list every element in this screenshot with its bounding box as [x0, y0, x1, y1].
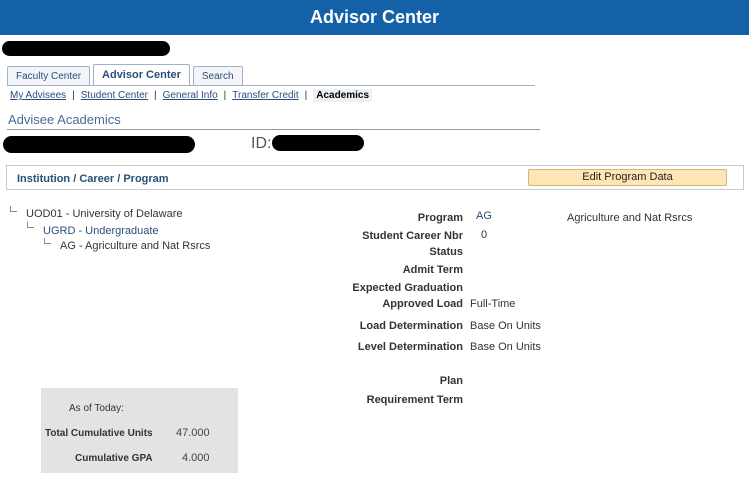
- career-nbr-label: Student Career Nbr: [362, 230, 463, 242]
- tab-search[interactable]: Search: [192, 66, 243, 85]
- admit-term-label: Admit Term: [402, 264, 463, 276]
- load-determination-value: Base On Units: [470, 320, 541, 332]
- student-id-label: ID:: [251, 135, 272, 152]
- program-label: Program: [417, 212, 463, 224]
- sub-navigation: My Advisees | Student Center | General Info |…: [10, 89, 373, 102]
- subnav-transfer-credit[interactable]: Transfer Credit: [232, 90, 298, 101]
- tree-program: AG - Agriculture and Nat Rsrcs: [60, 240, 211, 252]
- redacted-student-name: [2, 41, 170, 56]
- expected-graduation-label: Expected Graduation: [352, 282, 463, 294]
- as-of-today-label: As of Today:: [69, 403, 124, 414]
- redacted-advisee-name: [3, 136, 195, 153]
- approved-load-value: Full-Time: [470, 298, 516, 310]
- level-determination-value: Base On Units: [470, 341, 541, 353]
- program-description: Agriculture and Nat Rsrcs: [567, 212, 693, 224]
- tree-connector: [10, 206, 17, 212]
- page-title: Advisee Academics: [8, 112, 121, 127]
- plan-label: Plan: [439, 375, 463, 387]
- tree-career-link[interactable]: UGRD - Undergraduate: [43, 225, 159, 237]
- total-units-value: 47.000: [176, 427, 210, 439]
- tab-faculty-center[interactable]: Faculty Center: [7, 66, 91, 85]
- tree-institution: UOD01 - University of Delaware: [26, 208, 183, 220]
- subnav-separator: |: [223, 90, 227, 101]
- cumulative-gpa-value: 4.000: [182, 452, 210, 464]
- cumulative-gpa-label: Cumulative GPA: [75, 453, 153, 464]
- redacted-student-id: [272, 135, 364, 151]
- subnav-separator: |: [154, 90, 157, 101]
- subnav-general-info[interactable]: General Info: [163, 90, 218, 101]
- tree-connector: [27, 222, 34, 228]
- institution-career-program-bar: Institution / Career / Program Edit Prog…: [6, 165, 744, 190]
- subnav-separator: |: [72, 90, 75, 101]
- subnav-academics-current: Academics: [313, 89, 373, 102]
- requirement-term-label: Requirement Term: [366, 394, 463, 406]
- main-tabs: Faculty Center Advisor Center Search: [7, 64, 243, 85]
- program-code-link[interactable]: AG: [476, 210, 492, 222]
- status-label: Status: [429, 246, 463, 258]
- cumulative-totals-box: As of Today: Total Cumulative Units 47.0…: [41, 388, 238, 473]
- tab-advisor-center[interactable]: Advisor Center: [93, 64, 190, 85]
- tree-connector: [44, 238, 51, 244]
- career-nbr-value: 0: [481, 229, 488, 241]
- subnav-student-center[interactable]: Student Center: [81, 90, 148, 101]
- approved-load-label: Approved Load: [382, 298, 463, 310]
- subnav-my-advisees[interactable]: My Advisees: [10, 90, 66, 101]
- title-divider: [7, 129, 540, 130]
- tab-underline: [7, 85, 535, 86]
- institution-bar-label: Institution / Career / Program: [17, 173, 169, 185]
- subnav-separator: |: [304, 90, 308, 101]
- load-determination-label: Load Determination: [359, 320, 463, 332]
- level-determination-label: Level Determination: [357, 341, 463, 353]
- app-title-banner: Advisor Center: [0, 0, 749, 35]
- total-units-label: Total Cumulative Units: [45, 428, 153, 439]
- edit-program-data-button[interactable]: Edit Program Data: [528, 169, 727, 186]
